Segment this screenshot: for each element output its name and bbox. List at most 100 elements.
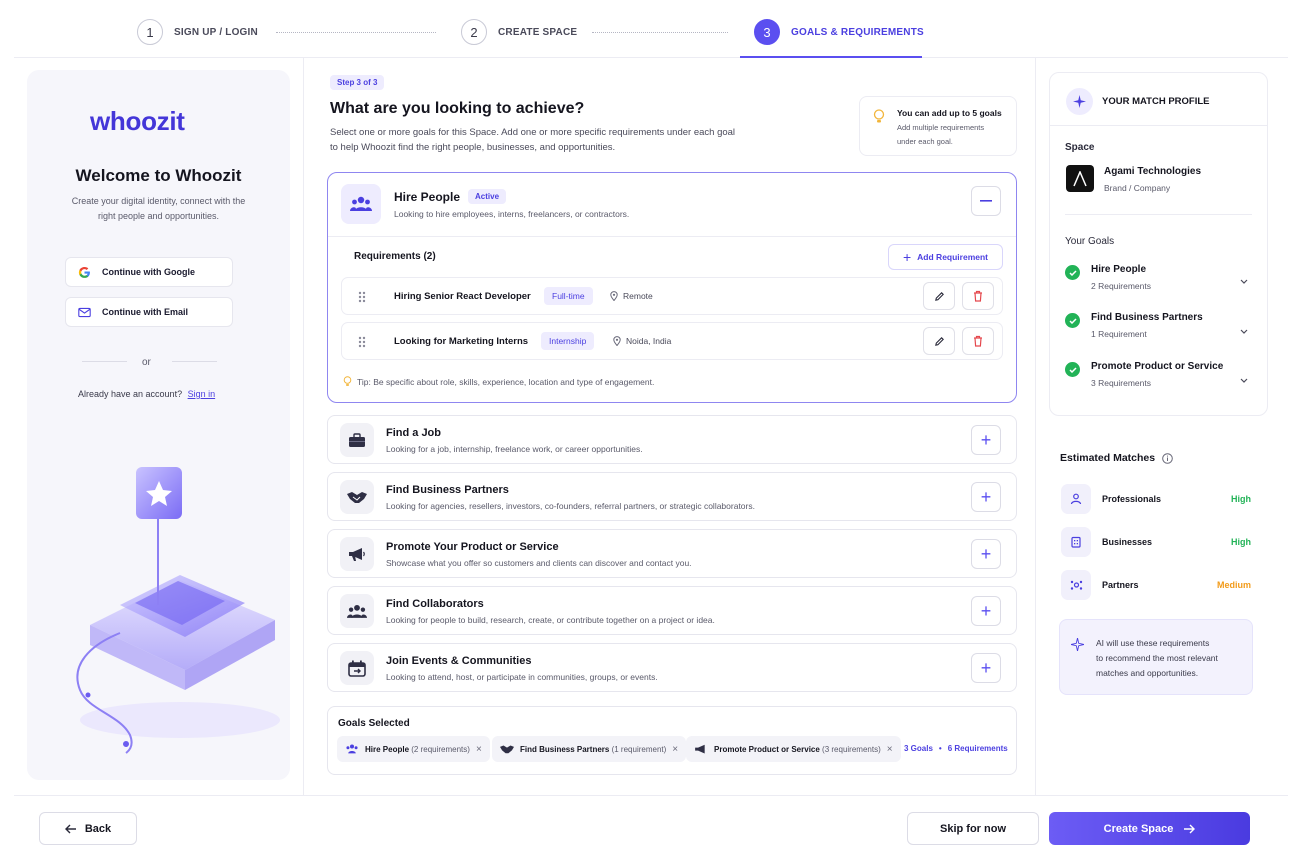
match-value: Medium — [1216, 580, 1251, 590]
chip-name: Find Business Partners — [520, 744, 610, 754]
profile-goal-title: Find Business Partners — [1091, 312, 1203, 323]
profile-goal-item[interactable]: Hire People 2 Requirements — [1065, 263, 1253, 295]
chip-count: (3 requirements) — [822, 744, 881, 754]
goal-row-find-job[interactable]: Find a Job Looking for a job, internship… — [327, 415, 1017, 464]
requirement-tip-text: Tip: Be specific about role, skills, exp… — [357, 376, 655, 387]
people-icon — [346, 744, 358, 754]
remove-chip-icon[interactable]: × — [887, 744, 893, 755]
trash-icon — [974, 335, 982, 347]
profile-goal-item[interactable]: Find Business Partners 1 Requirement — [1065, 311, 1253, 343]
step-connector — [276, 32, 436, 33]
edit-requirement-button[interactable] — [923, 282, 955, 310]
requirement-tip: Tip: Be specific about role, skills, exp… — [343, 376, 654, 387]
chip-count: (2 requirements) — [411, 744, 470, 754]
drag-handle-icon[interactable] — [358, 290, 366, 308]
step-1-label: SIGN UP / LOGIN — [174, 27, 258, 38]
estimated-matches-label: Estimated Matches — [1060, 452, 1156, 464]
space-label: Space — [1065, 142, 1095, 153]
lightbulb-icon — [873, 109, 885, 129]
welcome-subtitle-line2: right people and opportunities. — [97, 211, 220, 221]
continue-google-button[interactable]: Continue with Google — [65, 257, 233, 287]
chip-count: (1 requirement) — [611, 744, 667, 754]
match-profile-title: YOUR MATCH PROFILE — [1102, 96, 1210, 107]
delete-requirement-button[interactable] — [962, 282, 994, 310]
remove-chip-icon[interactable]: × — [672, 744, 678, 755]
match-row: Partners Medium — [1061, 570, 1251, 600]
delete-requirement-button[interactable] — [962, 327, 994, 355]
add-goal-button[interactable]: + — [971, 482, 1001, 512]
skip-label: Skip for now — [940, 822, 1006, 835]
chevron-down-icon — [1240, 321, 1248, 339]
goal-row-business-partners[interactable]: Find Business Partners Looking for agenc… — [327, 472, 1017, 521]
sign-in-link[interactable]: Sign in — [188, 389, 216, 399]
create-space-button[interactable]: Create Space — [1049, 812, 1250, 845]
goal-row-collaborators[interactable]: Find Collaborators Looking for people to… — [327, 586, 1017, 635]
step-3-circle: 3 — [754, 19, 780, 45]
account-text: Already have an account? — [78, 389, 183, 399]
page-description-line1: Select one or more goals for this Space.… — [330, 127, 736, 138]
remove-chip-icon[interactable]: × — [476, 744, 482, 755]
arrow-right-icon — [1184, 824, 1196, 833]
add-goal-button[interactable]: + — [971, 539, 1001, 569]
goal-title: Find Collaborators — [386, 598, 484, 610]
match-label: Businesses — [1102, 537, 1153, 547]
requirements-label: Requirements (2) — [354, 251, 436, 262]
plus-icon: + — [902, 249, 912, 265]
ai-text-3: matches and opportunities. — [1096, 668, 1199, 678]
trash-icon — [974, 290, 982, 302]
continue-email-button[interactable]: Continue with Email — [65, 297, 233, 327]
back-label: Back — [84, 822, 112, 835]
step-2-circle: 2 — [461, 19, 487, 45]
requirement-title: Hiring Senior React Developer — [394, 291, 531, 302]
people-icon — [341, 184, 381, 224]
match-label: Professionals — [1102, 494, 1162, 504]
step-badge: Step 3 of 3 — [330, 75, 385, 90]
goals-selected-label: Goals Selected — [338, 718, 410, 729]
collapse-goal-button[interactable] — [971, 186, 1001, 216]
tip-sub-1: Add multiple requirements — [897, 123, 985, 132]
profile-goal-item[interactable]: Promote Product or Service 3 Requirement… — [1065, 360, 1253, 392]
skip-button[interactable]: Skip for now — [907, 812, 1039, 845]
back-button[interactable]: Back — [39, 812, 137, 845]
goal-row-promote-product[interactable]: Promote Your Product or Service Showcase… — [327, 529, 1017, 578]
selected-goal-chip: Promote Product or Service (3 requiremen… — [686, 736, 901, 762]
step-3-label: GOALS & REQUIREMENTS — [791, 27, 924, 38]
platform-illustration — [76, 467, 280, 754]
profile-goal-title: Promote Product or Service — [1091, 361, 1224, 372]
company-logo — [1066, 165, 1094, 192]
checkmark-icon — [1065, 313, 1080, 328]
active-goal-subtitle: Looking to hire employees, interns, free… — [394, 209, 630, 219]
requirement-location-text: Remote — [623, 291, 653, 301]
info-icon — [1162, 452, 1173, 464]
requirement-row: Looking for Marketing Interns Internship… — [341, 322, 1003, 360]
edit-requirement-button[interactable] — [923, 327, 955, 355]
pencil-icon — [934, 291, 944, 301]
profile-goal-sub: 1 Requirement — [1091, 329, 1147, 339]
requirement-location: Remote — [610, 291, 653, 301]
add-goal-button[interactable]: + — [971, 425, 1001, 455]
active-badge: Active — [468, 189, 507, 204]
or-divider-left — [82, 361, 127, 362]
requirement-row: Hiring Senior React Developer Full-time … — [341, 277, 1003, 315]
goal-title: Promote Your Product or Service — [386, 541, 559, 553]
add-goal-button[interactable]: + — [971, 596, 1001, 626]
add-goal-button[interactable]: + — [971, 653, 1001, 683]
ai-text-1: AI will use these requirements — [1096, 638, 1210, 648]
step-2-label: CREATE SPACE — [498, 27, 578, 38]
goal-subtitle: Looking to attend, host, or participate … — [386, 672, 658, 682]
handshake-icon — [340, 480, 374, 514]
mail-icon — [66, 307, 102, 318]
checkmark-icon — [1065, 265, 1080, 280]
add-requirement-button[interactable]: + Add Requirement — [888, 244, 1003, 270]
partners-icon — [1061, 570, 1091, 600]
goal-subtitle: Looking for a job, internship, freelance… — [386, 444, 643, 454]
pencil-icon — [934, 336, 944, 346]
goal-row-events[interactable]: Join Events & Communities Looking to att… — [327, 643, 1017, 692]
chip-name: Promote Product or Service — [714, 744, 820, 754]
estimated-matches-heading: Estimated Matches — [1060, 452, 1173, 464]
requirement-type-tag: Internship — [541, 332, 595, 350]
company-name: Agami Technologies — [1104, 166, 1202, 177]
match-label: Partners — [1102, 580, 1139, 590]
profile-goal-sub: 2 Requirements — [1091, 281, 1152, 291]
drag-handle-icon[interactable] — [358, 335, 366, 353]
